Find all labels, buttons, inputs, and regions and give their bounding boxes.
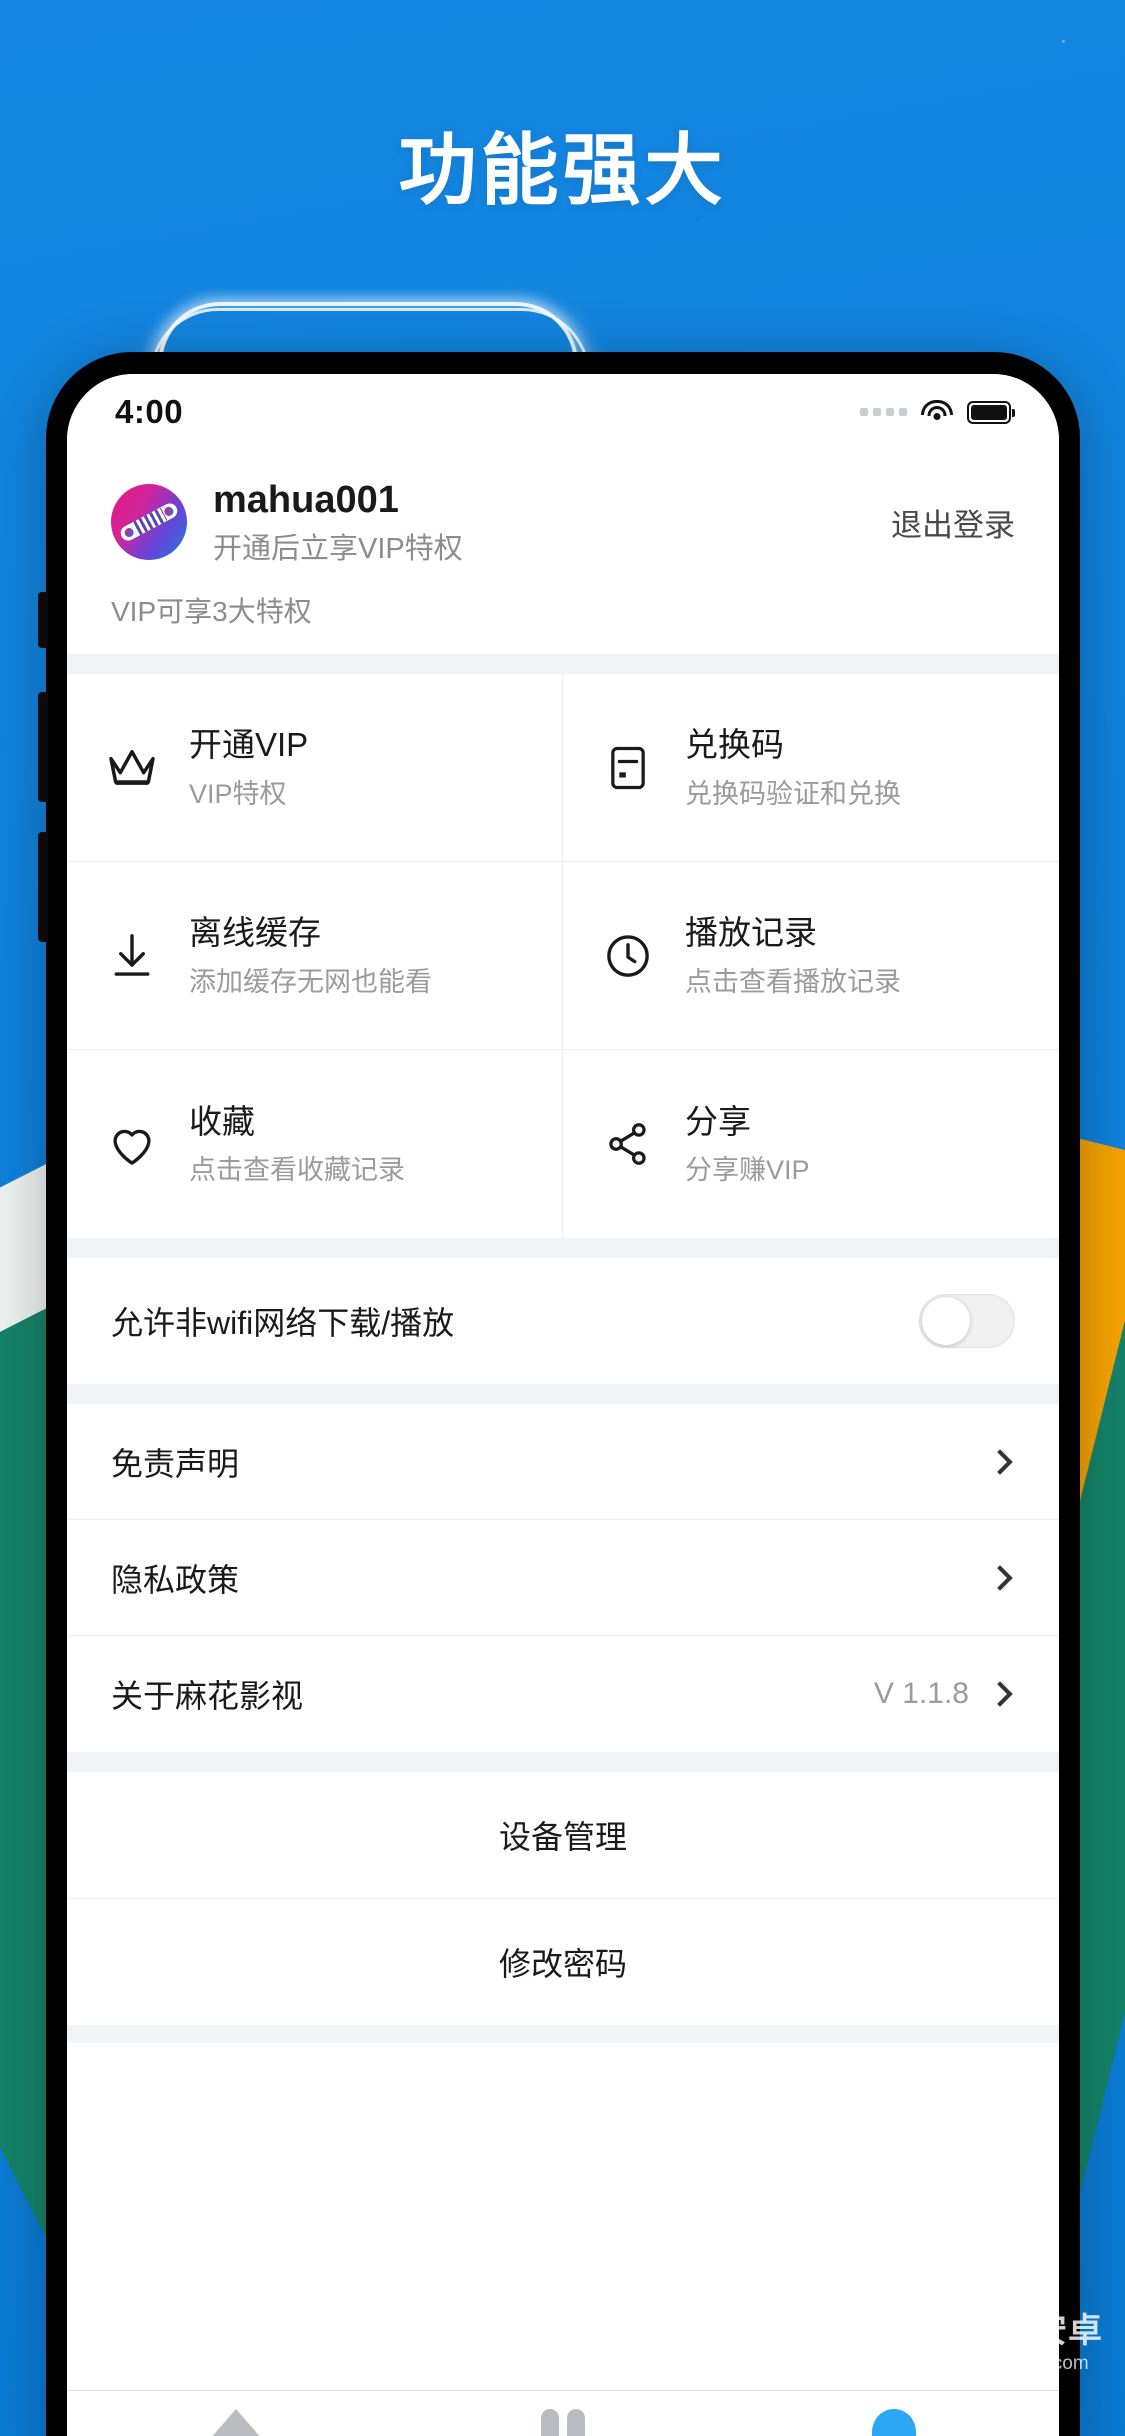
app-content: mahua001 开通后立享VIP特权 退出登录 VIP可享3大特权 开通VIP: [67, 450, 1059, 2044]
wifi-icon: [921, 400, 953, 424]
feature-text: 收藏 点击查看收藏记录: [189, 1101, 405, 1188]
list-item-disclaimer[interactable]: 免责声明: [67, 1404, 1059, 1521]
feature-text: 兑换码 兑换码验证和兑换: [685, 724, 901, 811]
settings-link-list: 免责声明 隐私政策 关于麻花影视 V 1.1.8: [67, 1404, 1059, 1753]
feature-subtitle: 兑换码验证和兑换: [685, 778, 901, 809]
crown-icon: [101, 737, 163, 799]
chevron-right-icon: [987, 1449, 1013, 1475]
hero-title: 功能强大: [398, 126, 727, 214]
feature-subtitle: 点击查看播放记录: [685, 966, 901, 997]
feature-grid: 开通VIP VIP特权 兑换码 兑换码验证和兑换 离线缓存 添加缓存无网也能看 …: [67, 674, 1059, 1239]
non-wifi-download-toggle[interactable]: [919, 1294, 1015, 1349]
library-icon: [540, 2409, 585, 2436]
vip-privileges-note: VIP可享3大特权: [67, 576, 1059, 655]
profile-texts: mahua001 开通后立享VIP特权: [213, 478, 877, 566]
status-bar-clock: 4:00: [115, 393, 184, 430]
change-password-button[interactable]: 修改密码: [67, 1899, 1059, 2025]
card-icon: [597, 737, 659, 799]
section-divider-3: [67, 1384, 1059, 1405]
feature-title: 兑换码: [685, 726, 784, 764]
android-robot-icon: [893, 2312, 951, 2376]
home-triangle-icon: [210, 2409, 263, 2436]
avatar[interactable]: [111, 484, 187, 561]
tab-library[interactable]: [540, 2409, 585, 2436]
action-button-list: 设备管理 修改密码: [67, 1772, 1059, 2026]
phone-volume-up-button: [38, 692, 48, 802]
background-speck: [1062, 40, 1065, 43]
section-divider-5: [67, 2025, 1059, 2044]
feature-text: 离线缓存 添加缓存无网也能看: [189, 912, 432, 999]
phone-volume-down-button: [38, 832, 48, 942]
feature-cell-open-vip[interactable]: 开通VIP VIP特权: [67, 674, 563, 863]
status-bar-indicators: [860, 400, 1015, 424]
device-management-button[interactable]: 设备管理: [67, 1772, 1059, 1900]
list-item-privacy-policy[interactable]: 隐私政策: [67, 1520, 1059, 1637]
profile-username: mahua001: [213, 479, 399, 521]
feature-text: 分享 分享赚VIP: [685, 1101, 810, 1188]
clock-icon: [597, 925, 659, 987]
chevron-right-icon: [987, 1565, 1013, 1591]
profile-blob-icon: [871, 2409, 916, 2436]
feature-title: 收藏: [189, 1102, 255, 1140]
logout-button[interactable]: 退出登录: [877, 500, 1015, 545]
feature-title: 播放记录: [685, 914, 817, 952]
heart-icon: [101, 1113, 163, 1175]
list-item-about[interactable]: 关于麻花影视 V 1.1.8: [67, 1636, 1059, 1752]
feature-subtitle: VIP特权: [189, 778, 287, 809]
phone-mockup-frame: 4:00 mahua001 开通后立享VIP特权 退出登录 VIP可享3大特权 …: [38, 352, 1080, 2436]
section-divider-4: [67, 1752, 1059, 1773]
feature-cell-play-history[interactable]: 播放记录 点击查看播放记录: [563, 862, 1059, 1051]
feature-title: 开通VIP: [189, 726, 309, 764]
list-item-label: 隐私政策: [111, 1561, 240, 1598]
avatar-film-perforations: [130, 507, 168, 537]
watermark-url: 52android.com: [963, 2352, 1089, 2374]
signal-dots-icon: [860, 408, 907, 416]
watermark: 我爱安卓 52android.com: [893, 2312, 1103, 2376]
feature-title: 离线缓存: [189, 914, 321, 952]
feature-subtitle: 分享赚VIP: [685, 1155, 810, 1186]
section-divider-2: [67, 1238, 1059, 1259]
watermark-text: 我爱安卓 52android.com: [963, 2312, 1103, 2374]
profile-header[interactable]: mahua001 开通后立享VIP特权 退出登录: [67, 450, 1059, 577]
battery-full-icon: [967, 400, 1015, 424]
tab-home[interactable]: [210, 2409, 263, 2436]
non-wifi-download-label: 允许非wifi网络下载/播放: [111, 1305, 455, 1342]
list-item-label: 关于麻花影视: [111, 1678, 304, 1715]
feature-text: 播放记录 点击查看播放记录: [685, 912, 901, 999]
phone-silent-switch: [38, 592, 48, 648]
download-icon: [101, 925, 163, 987]
app-version-value: V 1.1.8: [873, 1677, 969, 1711]
feature-subtitle: 点击查看收藏记录: [189, 1155, 405, 1186]
watermark-title: 我爱安卓: [963, 2312, 1103, 2351]
feature-cell-favorites[interactable]: 收藏 点击查看收藏记录: [67, 1050, 563, 1239]
feature-title: 分享: [685, 1102, 751, 1140]
non-wifi-download-row[interactable]: 允许非wifi网络下载/播放: [67, 1258, 1059, 1385]
toggle-knob: [922, 1297, 970, 1346]
feature-cell-offline-cache[interactable]: 离线缓存 添加缓存无网也能看: [67, 862, 563, 1051]
section-divider-1: [67, 654, 1059, 675]
feature-cell-redeem-code[interactable]: 兑换码 兑换码验证和兑换: [563, 674, 1059, 863]
feature-subtitle: 添加缓存无网也能看: [189, 966, 432, 997]
tab-profile[interactable]: [871, 2409, 916, 2436]
status-bar: 4:00: [67, 374, 1059, 450]
bottom-tab-bar: [67, 2390, 1059, 2436]
chevron-right-icon: [987, 1681, 1013, 1708]
list-item-label: 免责声明: [111, 1445, 240, 1482]
feature-cell-share[interactable]: 分享 分享赚VIP: [563, 1050, 1059, 1238]
phone-screen: 4:00 mahua001 开通后立享VIP特权 退出登录 VIP可享3大特权 …: [67, 374, 1059, 2436]
feature-text: 开通VIP VIP特权: [189, 724, 308, 811]
share-icon: [597, 1113, 659, 1175]
profile-subtitle: 开通后立享VIP特权: [213, 532, 463, 565]
